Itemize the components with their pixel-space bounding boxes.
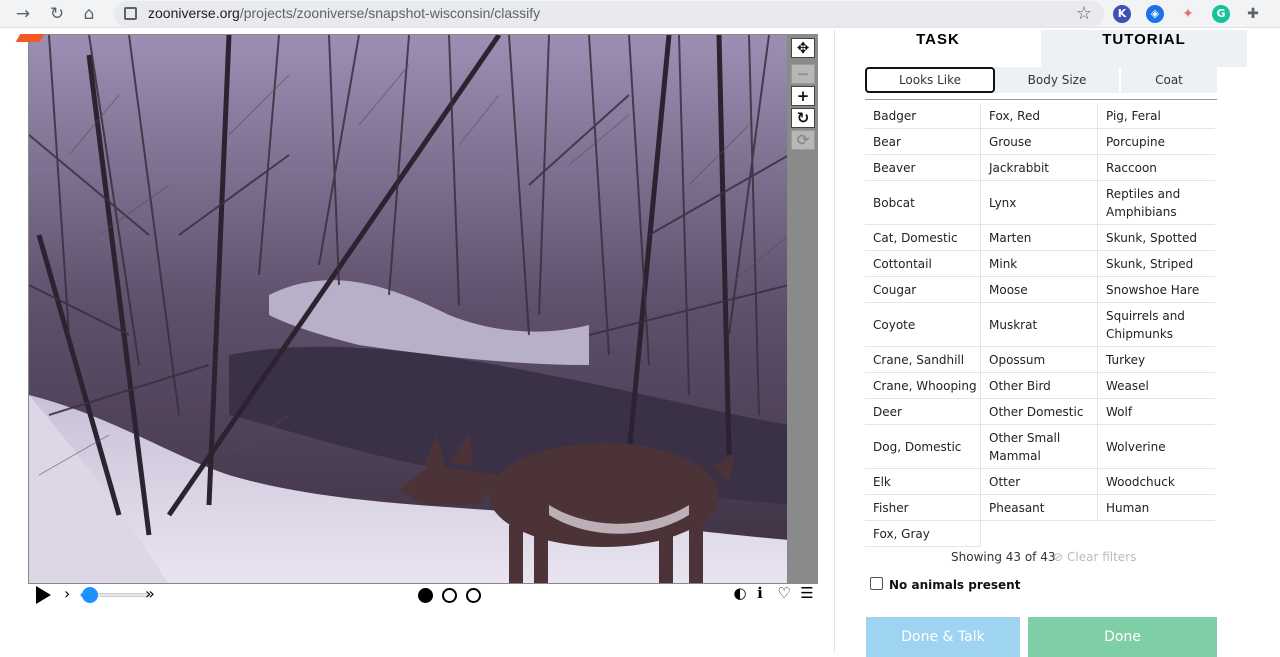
species-choice[interactable]: Wolverine <box>1098 425 1215 469</box>
clear-filters-link[interactable]: Clear filters <box>1067 550 1136 564</box>
species-choice[interactable]: Cat, Domestic <box>865 225 981 251</box>
image-toolbar: ✥ − + ↻ ⟳ <box>788 34 818 584</box>
bookmark-star-icon[interactable]: ☆ <box>1076 3 1092 24</box>
url-path: /projects/zooniverse/snapshot-wisconsin/… <box>239 5 541 21</box>
filter-divider <box>865 99 1217 100</box>
species-choice[interactable]: Snowshoe Hare <box>1098 277 1215 303</box>
species-choice[interactable]: Turkey <box>1098 347 1215 373</box>
filter-body-size[interactable]: Body Size <box>995 67 1119 93</box>
puzzle-badge-extension-icon[interactable]: ✦ <box>1179 5 1197 23</box>
species-choice[interactable]: Mink <box>981 251 1098 277</box>
tab-task[interactable]: TASK <box>835 30 1041 67</box>
task-body: Looks Like Body Size Coat Badger Fox, Red… <box>835 67 1247 657</box>
favorite-heart-icon[interactable]: ♡ <box>776 585 792 601</box>
species-choice[interactable]: Jackrabbit <box>981 155 1098 181</box>
move-icon[interactable]: ✥ <box>791 38 815 58</box>
frame-dot-1[interactable] <box>418 588 433 603</box>
species-choice[interactable]: Raccoon <box>1098 155 1215 181</box>
frame-controls: › » ◐ ℹ ♡ ☰ <box>28 584 818 608</box>
species-choice[interactable]: Moose <box>981 277 1098 303</box>
slower-chevron-icon[interactable]: › <box>64 584 70 604</box>
species-choice[interactable]: Grouse <box>981 129 1098 155</box>
frame-dot-2[interactable] <box>442 588 457 603</box>
reset-icon[interactable]: ⟳ <box>791 130 815 150</box>
contrast-icon[interactable]: ◐ <box>732 585 748 601</box>
species-choice[interactable]: Beaver <box>865 155 981 181</box>
species-choice[interactable]: Lynx <box>981 181 1098 225</box>
species-choice[interactable]: Cottontail <box>865 251 981 277</box>
showing-count: Showing 43 of 43 <box>951 550 1056 564</box>
species-choice[interactable]: Fox, Gray <box>865 521 981 547</box>
url-host: zooniverse.org <box>148 5 240 21</box>
info-icon[interactable]: ℹ <box>752 585 768 601</box>
tab-tutorial[interactable]: TUTORIAL <box>1041 30 1247 67</box>
species-choice[interactable]: Bear <box>865 129 981 155</box>
play-icon[interactable] <box>36 586 51 604</box>
home-icon[interactable]: ⌂ <box>78 3 100 25</box>
browser-toolbar: → ↻ ⌂ zooniverse.org/projects/zooniverse… <box>0 0 1280 28</box>
faster-chevron-icon[interactable]: » <box>145 584 155 604</box>
species-choice[interactable]: Weasel <box>1098 373 1215 399</box>
address-bar[interactable]: zooniverse.org/projects/zooniverse/snaps… <box>114 1 1104 27</box>
species-choice[interactable]: Pheasant <box>981 495 1098 521</box>
species-choice[interactable]: Dog, Domestic <box>865 425 981 469</box>
species-choice[interactable]: Opossum <box>981 347 1098 373</box>
species-choice[interactable]: Muskrat <box>981 303 1098 347</box>
done-button[interactable]: Done <box>1028 617 1217 657</box>
collections-list-icon[interactable]: ☰ <box>799 585 815 601</box>
species-choice[interactable]: Reptiles and Amphibians <box>1098 181 1215 225</box>
species-choice[interactable]: Wolf <box>1098 399 1215 425</box>
filter-coat[interactable]: Coat <box>1121 67 1217 93</box>
forward-icon[interactable]: → <box>12 3 34 25</box>
shield-extension-icon[interactable]: ◈ <box>1146 5 1164 23</box>
url-text[interactable]: zooniverse.org/projects/zooniverse/snaps… <box>148 5 540 21</box>
no-animals-label[interactable]: No animals present <box>889 578 1020 592</box>
species-choice[interactable]: Other Bird <box>981 373 1098 399</box>
species-choice[interactable]: Marten <box>981 225 1098 251</box>
frame-dot-3[interactable] <box>466 588 481 603</box>
species-choice[interactable]: Deer <box>865 399 981 425</box>
done-and-talk-button[interactable]: Done & Talk <box>866 617 1020 657</box>
species-choice[interactable]: Fisher <box>865 495 981 521</box>
species-choice[interactable]: Coyote <box>865 303 981 347</box>
orange-tab-marker <box>15 34 45 42</box>
species-choice[interactable]: Elk <box>865 469 981 495</box>
zoom-in-icon[interactable]: + <box>791 86 815 106</box>
reload-icon[interactable]: ↻ <box>46 3 68 25</box>
species-choice[interactable]: Pig, Feral <box>1098 103 1215 129</box>
species-choice[interactable]: Crane, Whooping <box>865 373 981 399</box>
species-choice[interactable]: Crane, Sandhill <box>865 347 981 373</box>
species-choice[interactable]: Human <box>1098 495 1215 521</box>
extensions-puzzle-icon[interactable]: ✚ <box>1244 5 1262 23</box>
clear-filters-icon: ⊘ <box>1053 550 1064 564</box>
grammarly-extension-icon[interactable]: G <box>1212 5 1230 23</box>
k-extension-icon[interactable]: K <box>1113 5 1131 23</box>
species-choice[interactable]: Badger <box>865 103 981 129</box>
species-choice[interactable]: Squirrels and Chipmunks <box>1098 303 1215 347</box>
species-choice[interactable]: Woodchuck <box>1098 469 1215 495</box>
task-panel: TASK TUTORIAL Looks Like Body Size Coat … <box>834 30 1247 657</box>
camera-trap-image[interactable] <box>28 34 788 584</box>
species-choice[interactable]: Skunk, Striped <box>1098 251 1215 277</box>
rotate-icon[interactable]: ↻ <box>791 108 815 128</box>
speed-slider-thumb[interactable] <box>82 587 98 603</box>
filter-looks-like[interactable]: Looks Like <box>865 67 995 93</box>
species-choice[interactable]: Skunk, Spotted <box>1098 225 1215 251</box>
site-info-icon[interactable] <box>124 7 137 20</box>
species-choice[interactable]: Otter <box>981 469 1098 495</box>
species-choice[interactable]: Fox, Red <box>981 103 1098 129</box>
species-choice[interactable]: Other Domestic <box>981 399 1098 425</box>
species-choice[interactable]: Porcupine <box>1098 129 1215 155</box>
species-choice[interactable]: Other Small Mammal <box>981 425 1098 469</box>
species-choice[interactable]: Bobcat <box>865 181 981 225</box>
species-choice[interactable]: Cougar <box>865 277 981 303</box>
subject-viewer: ✥ − + ↻ ⟳ <box>28 34 818 584</box>
zoom-out-icon[interactable]: − <box>791 64 815 84</box>
no-animals-checkbox[interactable] <box>870 577 883 590</box>
